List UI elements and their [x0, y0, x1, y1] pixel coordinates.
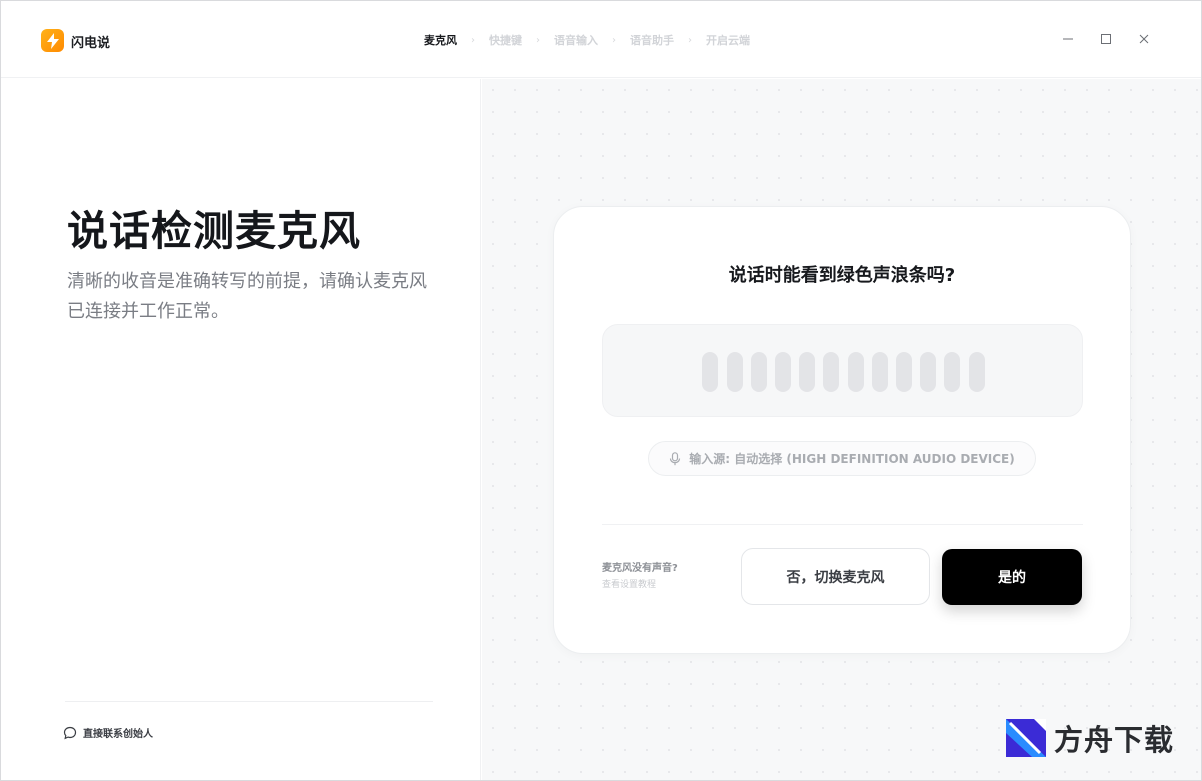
- wave-bar: [799, 352, 816, 392]
- sound-wave-meter: [602, 324, 1083, 417]
- chevron-right-icon: ›: [688, 34, 692, 46]
- lightning-icon: [46, 32, 59, 49]
- chat-bubble-icon: [63, 726, 77, 739]
- close-button[interactable]: [1133, 28, 1155, 50]
- app-name: 闪电说: [71, 36, 111, 51]
- mic-test-question: 说话时能看到绿色声浪条吗?: [728, 265, 956, 286]
- minimize-button[interactable]: [1057, 28, 1079, 50]
- wave-bar: [726, 352, 743, 392]
- maximize-button[interactable]: [1095, 28, 1117, 50]
- app-window: 闪电说 麦克风 › 快捷键 › 语音输入 › 语音助手 › 开启云端 说话检测麦…: [0, 0, 1202, 781]
- step-cloud[interactable]: 开启云端: [706, 32, 750, 48]
- watermark: 方舟下载: [1006, 717, 1196, 759]
- maximize-icon: [1101, 34, 1111, 44]
- wave-bar: [750, 352, 767, 392]
- input-source-label: 输入源: 自动选择 (HIGH DEFINITION AUDIO DEVICE): [689, 452, 1015, 466]
- description-line-2: 已连接并工作正常。: [67, 301, 229, 322]
- switch-microphone-button[interactable]: 否，切换麦克风: [741, 548, 930, 605]
- step-shortcut[interactable]: 快捷键: [489, 32, 522, 48]
- watermark-logo-icon: [1006, 719, 1046, 757]
- wave-bar: [968, 352, 985, 392]
- app-logo: [41, 29, 64, 52]
- chevron-right-icon: ›: [471, 34, 475, 46]
- minimize-icon: [1063, 38, 1073, 40]
- wave-bar: [823, 352, 840, 392]
- wave-bar: [944, 352, 961, 392]
- step-microphone[interactable]: 麦克风: [424, 32, 457, 48]
- page-description: 清晰的收音是准确转写的前提，请确认麦克风 已连接并工作正常。: [67, 267, 447, 327]
- contact-founder-link[interactable]: 直接联系创始人: [63, 725, 153, 740]
- close-icon: [1139, 34, 1149, 44]
- wave-bar: [920, 352, 937, 392]
- wave-bar: [871, 352, 888, 392]
- left-panel: 说话检测麦克风 清晰的收音是准确转写的前提，请确认麦克风 已连接并工作正常。 直…: [1, 79, 481, 780]
- watermark-text: 方舟下载: [1054, 723, 1175, 757]
- setup-tutorial-link[interactable]: 查看设置教程: [602, 577, 656, 590]
- chevron-right-icon: ›: [612, 34, 616, 46]
- divider: [65, 701, 433, 702]
- input-source-selector[interactable]: 输入源: 自动选择 (HIGH DEFINITION AUDIO DEVICE): [648, 441, 1036, 476]
- chevron-right-icon: ›: [536, 34, 540, 46]
- wave-bar: [896, 352, 912, 392]
- contact-founder-label: 直接联系创始人: [83, 729, 153, 740]
- confirm-yes-button[interactable]: 是的: [942, 549, 1082, 605]
- wave-bar: [847, 352, 864, 392]
- step-voice-assistant[interactable]: 语音助手: [630, 32, 674, 48]
- right-panel: 说话时能看到绿色声浪条吗? 输入源: 自动选择 (HIGH DEFINITION…: [482, 79, 1201, 780]
- microphone-icon: [670, 451, 681, 465]
- step-voice-input[interactable]: 语音输入: [554, 32, 598, 48]
- no-sound-hint: 麦克风没有声音?: [602, 563, 678, 574]
- title-bar: 闪电说 麦克风 › 快捷键 › 语音输入 › 语音助手 › 开启云端: [1, 1, 1201, 78]
- description-line-1: 清晰的收音是准确转写的前提，请确认麦克风: [67, 271, 427, 292]
- mic-test-card: 说话时能看到绿色声浪条吗? 输入源: 自动选择 (HIGH DEFINITION…: [553, 206, 1131, 654]
- wave-bar: [775, 352, 791, 392]
- divider: [602, 524, 1083, 525]
- wave-bar: [702, 352, 719, 392]
- setup-steps: 麦克风 › 快捷键 › 语音输入 › 语音助手 › 开启云端: [424, 32, 750, 48]
- page-title: 说话检测麦克风: [67, 207, 361, 255]
